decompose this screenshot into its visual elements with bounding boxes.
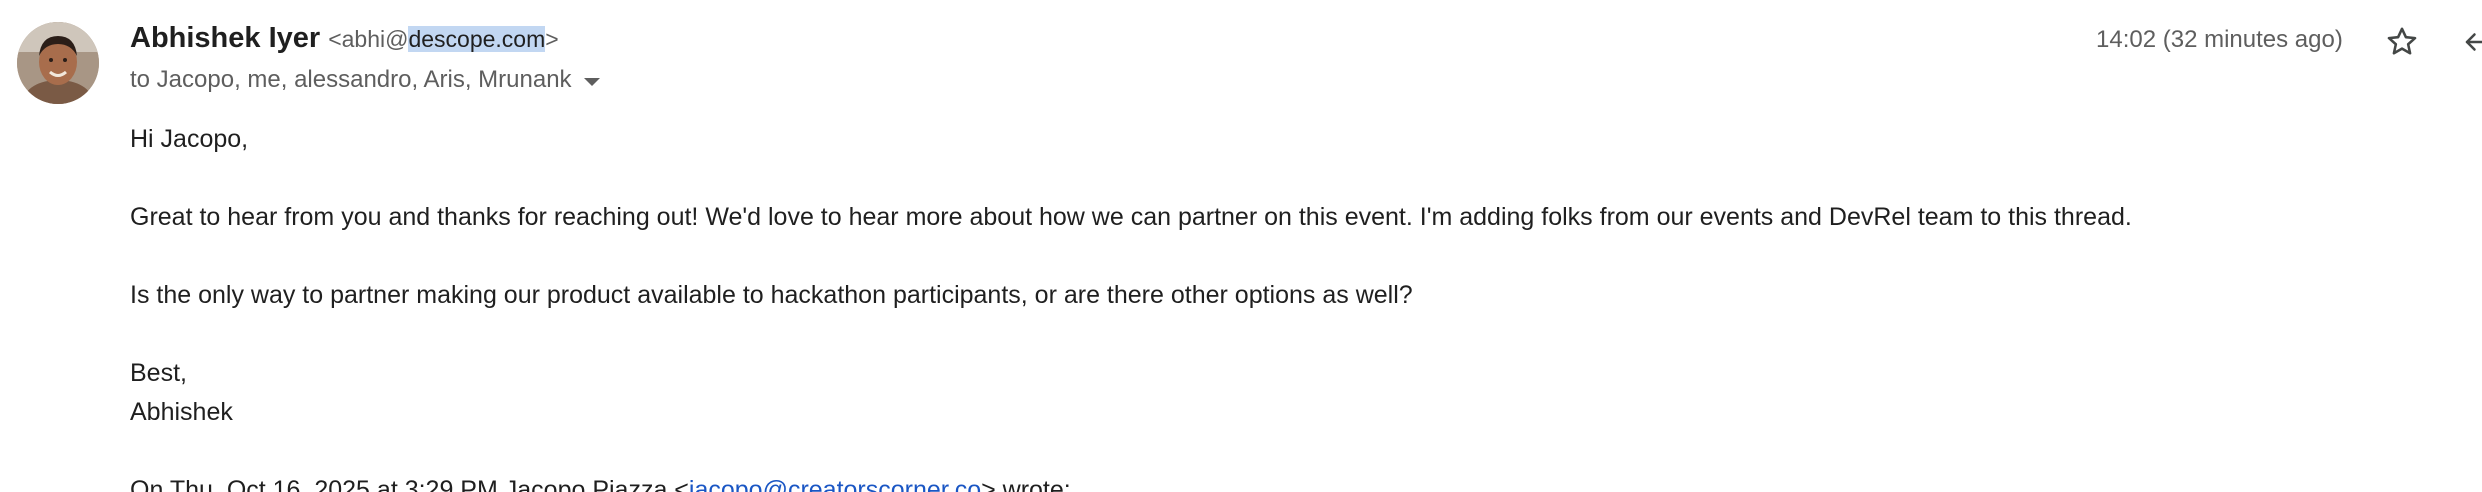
star-icon[interactable]	[2384, 24, 2420, 60]
sender-header: Abhishek Iyer <abhi@descope.com>	[130, 22, 559, 62]
body-paragraph-2: Is the only way to partner making our pr…	[130, 281, 1413, 309]
signature: Abhishek	[130, 398, 233, 426]
reply-icon[interactable]	[2462, 27, 2482, 57]
recipients-line[interactable]: to Jacopo, me, alessandro, Aris, Mrunank	[130, 66, 600, 94]
quote-email-link[interactable]: jacopo@creatorscorner.co	[689, 476, 981, 492]
recipients-text: to Jacopo, me, alessandro, Aris, Mrunank	[130, 66, 572, 93]
avatar[interactable]	[17, 22, 99, 104]
sender-email[interactable]: <abhi@descope.com>	[328, 26, 559, 53]
email-message: Abhishek Iyer <abhi@descope.com> to Jaco…	[0, 0, 2482, 492]
message-timestamp: 14:02 (32 minutes ago)	[2096, 26, 2343, 53]
sender-email-prefix: <abhi@	[328, 26, 409, 52]
quote-prefix: On Thu, Oct 16, 2025 at 3:29 PM Jacopo P…	[130, 476, 689, 492]
greeting: Hi Jacopo,	[130, 125, 249, 153]
sender-email-suffix: >	[545, 26, 559, 52]
sender-email-selected-text: descope.com	[408, 26, 546, 52]
message-body: Hi Jacopo, Great to hear from you and th…	[130, 120, 2430, 492]
quote-suffix: > wrote:	[981, 476, 1071, 492]
quoted-header: On Thu, Oct 16, 2025 at 3:29 PM Jacopo P…	[130, 471, 2430, 492]
sender-name[interactable]: Abhishek Iyer	[130, 22, 320, 55]
chevron-down-icon[interactable]	[583, 77, 600, 86]
signoff: Best,	[130, 359, 187, 387]
body-paragraph-1: Great to hear from you and thanks for re…	[130, 203, 2132, 231]
